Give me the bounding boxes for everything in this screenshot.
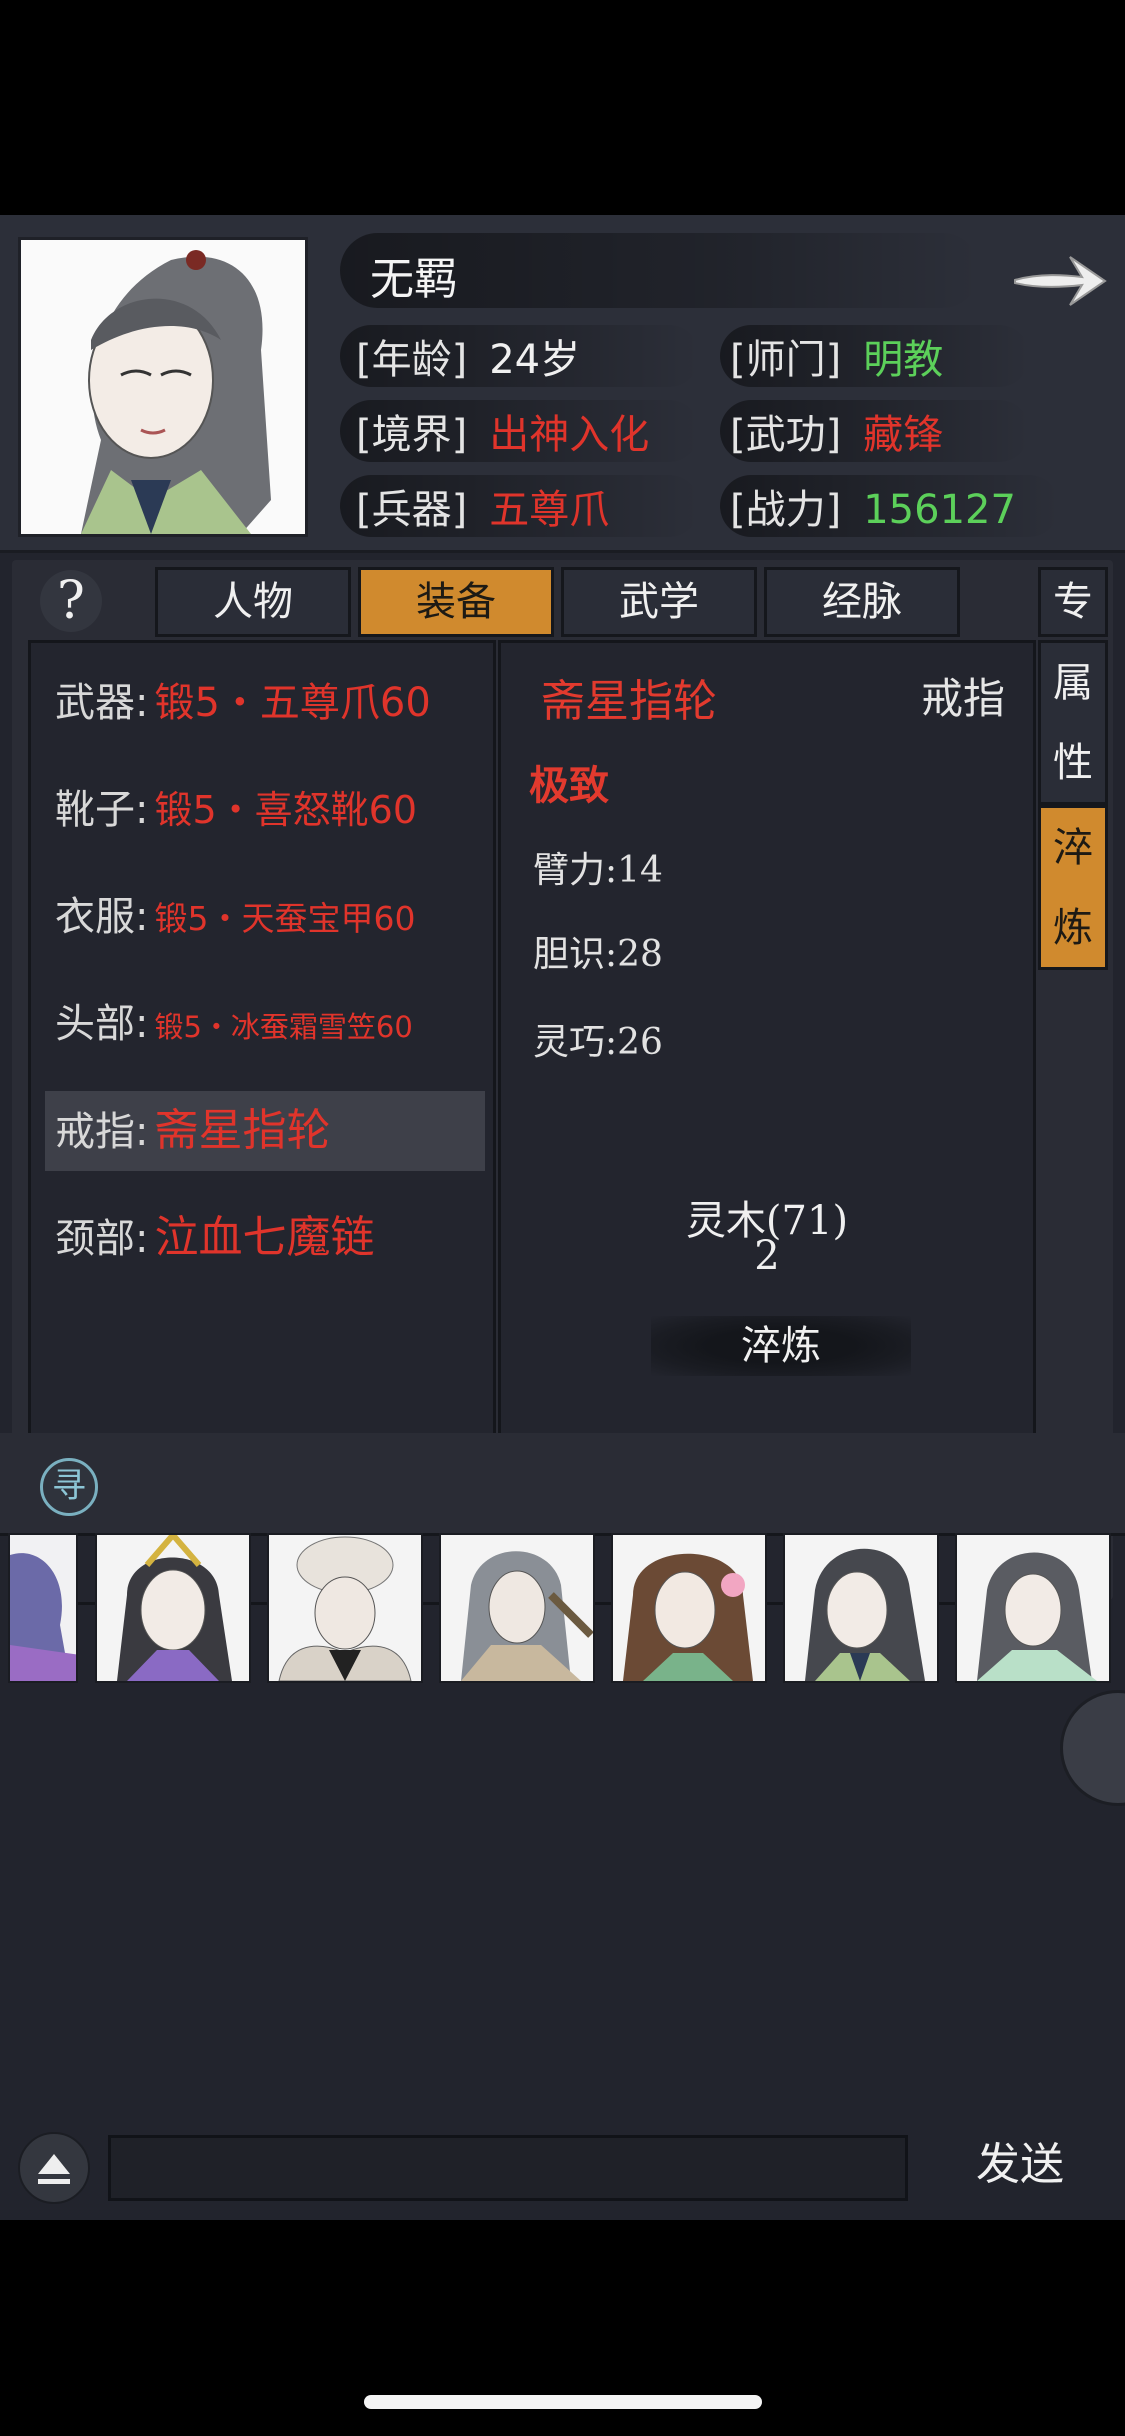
chat-expand-button[interactable] <box>18 2132 90 2204</box>
character-thumb-image <box>269 1535 421 1681</box>
equip-slot-head[interactable]: 头部: 锻5・冰蚕霜雪笠60 <box>45 984 485 1064</box>
equip-slot-ring[interactable]: 戒指: 斋星指轮 <box>45 1091 485 1171</box>
seek-icon[interactable]: 寻 <box>40 1458 98 1516</box>
weapon-row: [兵器] 五尊爪 <box>356 477 609 535</box>
side-tab-temper-char1: 淬 <box>1053 825 1093 871</box>
equip-slot-armor[interactable]: 衣服: 锻5・天蚕宝甲60 <box>45 877 485 957</box>
character-thumb[interactable] <box>8 1533 78 1683</box>
send-button[interactable]: 发送 <box>940 2127 1100 2203</box>
character-thumb-image <box>957 1535 1109 1681</box>
sect-label: [师门] <box>730 337 842 383</box>
character-name: 无羁 <box>370 254 458 305</box>
slot-label: 戒指: <box>55 1109 149 1155</box>
character-thumb-image <box>441 1535 593 1681</box>
seek-bar <box>0 1433 1125 1536</box>
slot-item: 锻5・喜怒靴60 <box>154 788 418 832</box>
sect-row: [师门] 明教 <box>730 327 943 385</box>
realm-row: [境界] 出神入化 <box>356 402 649 460</box>
character-thumb-image <box>785 1535 937 1681</box>
tab-equipment[interactable]: 装备 <box>358 567 554 637</box>
chat-input[interactable] <box>108 2135 908 2201</box>
item-type: 戒指 <box>920 674 1005 723</box>
character-header: 无羁 [年龄] 24岁 [师门] 明教 [境界] 出神入化 [武功] 藏锋 [兵器] 五尊… <box>0 215 1125 553</box>
side-tab-temper-char2: 炼 <box>1053 905 1093 951</box>
character-thumb[interactable] <box>783 1533 939 1683</box>
equip-slot-neck[interactable]: 颈部: 泣血七魔链 <box>45 1198 485 1278</box>
side-tab-special-label: 专 <box>1053 579 1093 625</box>
weapon-label: [兵器] <box>356 487 468 533</box>
material-count: 2 <box>754 1233 780 1279</box>
tab-martial-arts[interactable]: 武学 <box>561 567 757 637</box>
stat-agility: 灵巧:26 <box>533 1022 663 1063</box>
power-label: [战力] <box>730 487 842 533</box>
home-indicator[interactable] <box>364 2395 762 2409</box>
side-tab-temper[interactable]: 淬 炼 <box>1038 805 1108 970</box>
eject-icon <box>38 2154 70 2184</box>
slot-item: 泣血七魔链 <box>154 1212 375 1263</box>
side-tab-special[interactable]: 专 <box>1038 567 1108 637</box>
character-thumb[interactable] <box>267 1533 423 1683</box>
slot-item: 锻5・天蚕宝甲60 <box>154 899 416 938</box>
realm-label: [境界] <box>356 412 468 458</box>
stat-courage: 胆识:28 <box>533 934 663 975</box>
age-label: [年龄] <box>356 337 468 383</box>
slot-item: 锻5・冰蚕霜雪笠60 <box>154 1010 413 1044</box>
next-arrow-icon[interactable] <box>1010 245 1110 315</box>
slot-item: 斋星指轮 <box>154 1105 331 1156</box>
floating-menu-button[interactable] <box>1060 1690 1125 1806</box>
sect-value: 明教 <box>863 337 944 383</box>
slot-label: 靴子: <box>55 787 149 833</box>
age-value: 24岁 <box>489 337 581 383</box>
item-name: 斋星指轮 <box>541 676 717 727</box>
side-tab-attributes[interactable]: 属 性 <box>1038 640 1108 805</box>
side-tab-attr-char1: 属 <box>1053 660 1093 706</box>
equip-slot-boots[interactable]: 靴子: 锻5・喜怒靴60 <box>45 770 485 850</box>
temper-button[interactable]: 淬炼 <box>651 1316 911 1376</box>
power-row: [战力] 156127 <box>730 477 1016 535</box>
weapon-value: 五尊爪 <box>489 487 610 533</box>
power-value: 156127 <box>863 487 1016 533</box>
tab-meridians[interactable]: 经脉 <box>764 567 960 637</box>
character-portrait[interactable] <box>18 237 308 537</box>
stat-strength: 臂力:14 <box>533 850 663 891</box>
character-thumb-image <box>613 1535 765 1681</box>
slot-label: 武器: <box>55 680 149 726</box>
portrait-image <box>21 240 305 534</box>
side-tab-attr-char2: 性 <box>1053 740 1093 786</box>
skill-label: [武功] <box>730 412 842 458</box>
character-thumb[interactable] <box>439 1533 595 1683</box>
skill-row: [武功] 藏锋 <box>730 402 943 460</box>
slot-label: 头部: <box>55 1001 149 1047</box>
game-screen: 无羁 [年龄] 24岁 [师门] 明教 [境界] 出神入化 [武功] 藏锋 [兵器] 五尊… <box>0 215 1125 2220</box>
character-thumb[interactable] <box>95 1533 251 1683</box>
tab-character[interactable]: 人物 <box>155 567 351 637</box>
slot-label: 颈部: <box>55 1216 149 1262</box>
character-thumb-image <box>10 1535 76 1681</box>
slot-item: 锻5・五尊爪60 <box>154 680 431 726</box>
equip-slot-weapon[interactable]: 武器: 锻5・五尊爪60 <box>45 663 485 743</box>
character-thumb[interactable] <box>955 1533 1111 1683</box>
help-button[interactable]: ? <box>40 570 102 632</box>
age-row: [年龄] 24岁 <box>356 327 580 385</box>
item-grade: 极致 <box>529 762 609 809</box>
skill-value: 藏锋 <box>863 412 944 458</box>
slot-label: 衣服: <box>55 894 149 940</box>
character-thumb-image <box>97 1535 249 1681</box>
character-thumb[interactable] <box>611 1533 767 1683</box>
realm-value: 出神入化 <box>489 412 650 458</box>
